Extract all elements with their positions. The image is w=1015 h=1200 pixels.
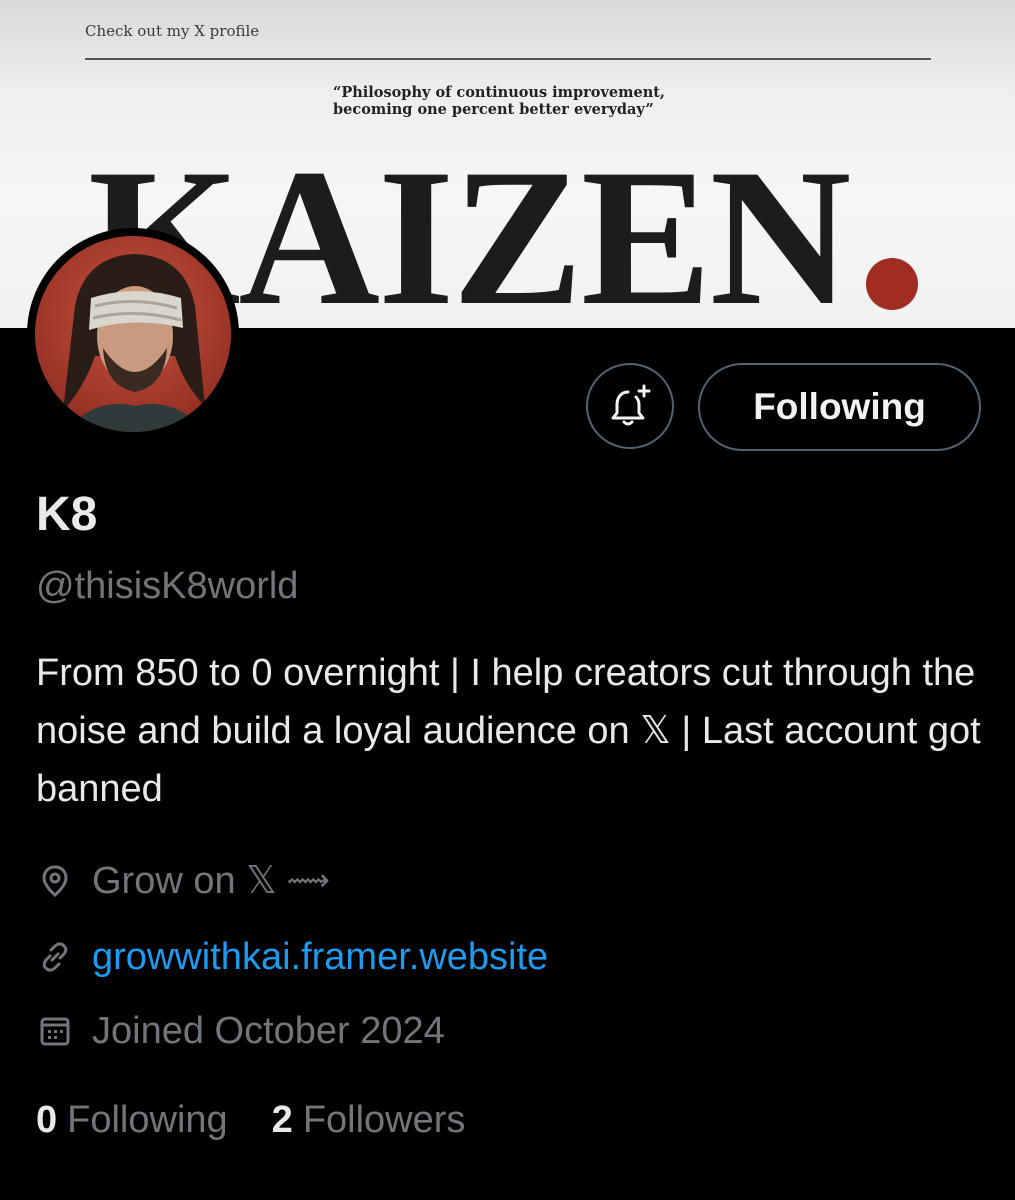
website-row[interactable]: growwithkai.framer.website xyxy=(36,934,548,980)
bell-plus-icon xyxy=(611,384,651,426)
following-button[interactable]: Following xyxy=(698,363,981,451)
website-link[interactable]: growwithkai.framer.website xyxy=(92,934,548,980)
joined-date: Joined October 2024 xyxy=(92,1010,445,1052)
following-stat[interactable]: 0 Following xyxy=(36,1097,228,1143)
banner-quote: “Philosophy of continuous improvement, b… xyxy=(333,84,665,118)
banner-caption: Check out my X profile xyxy=(85,22,260,40)
profile-bio: From 850 to 0 overnight | I help creator… xyxy=(36,652,981,810)
location-row: Grow on 𝕏 ⟿ xyxy=(36,858,330,904)
link-icon xyxy=(36,938,74,976)
calendar-icon xyxy=(36,1012,74,1050)
following-count: 0 xyxy=(36,1099,58,1141)
location-text: Grow on 𝕏 xyxy=(92,860,277,902)
user-handle: @thisisK8world xyxy=(36,565,299,607)
banner-divider xyxy=(85,58,931,60)
notifications-button[interactable] xyxy=(586,363,674,449)
display-name: K8 xyxy=(36,488,98,541)
arrow-right-icon: ⟿ xyxy=(286,864,330,897)
joined-row: Joined October 2024 xyxy=(36,1008,445,1054)
followers-label: Followers xyxy=(302,1099,466,1141)
followers-count: 2 xyxy=(271,1099,293,1141)
avatar[interactable] xyxy=(27,228,239,440)
following-label: Following xyxy=(67,1099,228,1141)
location-pin-icon xyxy=(36,862,74,900)
avatar-image xyxy=(35,236,231,432)
profile-stats: 0 Following 2 Followers xyxy=(36,1097,509,1143)
banner-accent-dot xyxy=(866,258,918,310)
followers-stat[interactable]: 2 Followers xyxy=(272,1097,466,1143)
